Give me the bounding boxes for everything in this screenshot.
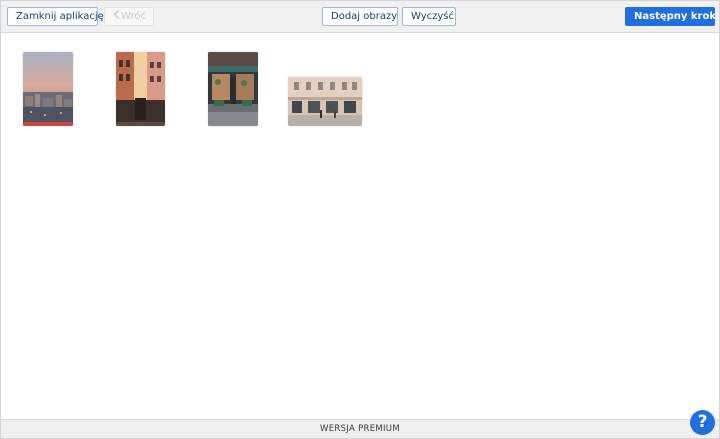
- close-app-button[interactable]: Zamknij aplikację: [7, 7, 104, 26]
- city-sunset-photo[interactable]: [23, 52, 73, 126]
- next-step-label: Następny krok: [634, 11, 717, 22]
- next-step-button[interactable]: Następny krok: [625, 7, 717, 26]
- chevron-left-icon: [111, 8, 121, 25]
- add-images-label: Dodaj obrazy: [331, 11, 398, 22]
- question-mark-icon: ?: [697, 412, 708, 432]
- back-label: Wróć: [121, 11, 146, 22]
- app-window: Zamknij aplikację Wróć Dodaj obrazy Wycz…: [0, 0, 720, 439]
- version-footer: WERSJA PREMIUM: [1, 419, 719, 438]
- clear-label: Wyczyść: [411, 11, 455, 22]
- premium-version-label: WERSJA PREMIUM: [320, 424, 400, 434]
- image-grid: [1, 33, 719, 419]
- clear-button[interactable]: Wyczyść: [402, 7, 456, 26]
- help-button[interactable]: ?: [690, 410, 715, 435]
- street-building-photo[interactable]: [288, 77, 362, 126]
- back-button[interactable]: Wróć: [104, 7, 154, 26]
- cafe-storefront-photo[interactable]: [208, 52, 258, 126]
- toolbar: Zamknij aplikację Wróć Dodaj obrazy Wycz…: [1, 1, 719, 33]
- close-app-label: Zamknij aplikację: [16, 11, 104, 22]
- building-facade-photo[interactable]: [116, 52, 165, 126]
- add-images-button[interactable]: Dodaj obrazy: [322, 7, 398, 26]
